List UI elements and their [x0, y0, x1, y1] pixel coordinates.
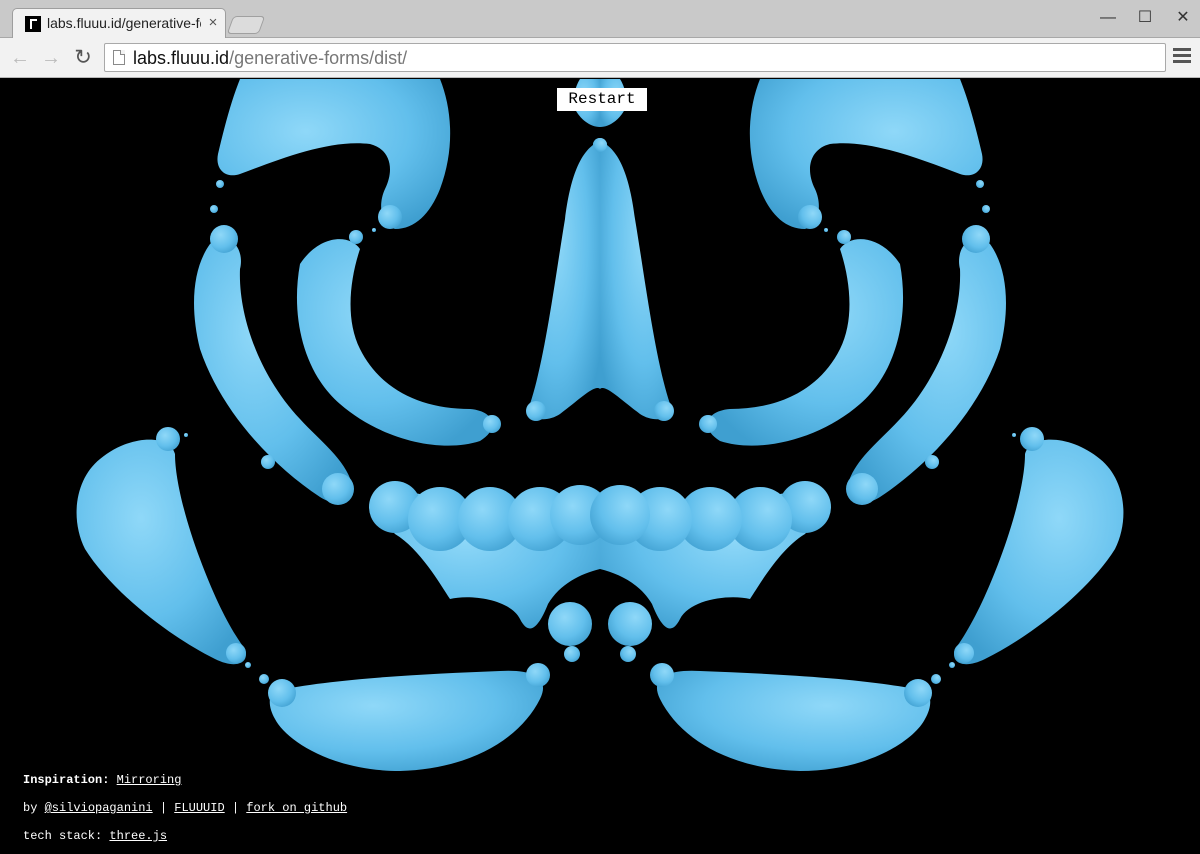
favicon-icon	[25, 16, 41, 32]
browser-toolbar: ← → ↻ labs.fluuu.id/generative-forms/dis…	[0, 38, 1200, 78]
url-path: /generative-forms/dist/	[229, 48, 408, 68]
fork-github-link[interactable]: fork on github	[246, 801, 347, 815]
tech-stack-label: tech stack:	[23, 829, 103, 843]
mirrored-form-right	[590, 79, 1124, 771]
minimize-button[interactable]: —	[1096, 8, 1120, 28]
browser-tab[interactable]: labs.fluuu.id/generative-forms/dist/ ×	[12, 8, 226, 38]
page-icon	[113, 50, 125, 65]
url-text[interactable]: labs.fluuu.id/generative-forms/dist/	[133, 48, 407, 68]
studio-link[interactable]: FLUUUID	[174, 801, 224, 815]
generative-forms-canvas[interactable]	[0, 79, 1200, 854]
tab-close-icon[interactable]: ×	[205, 14, 221, 32]
maximize-button[interactable]: ☐	[1133, 8, 1157, 28]
mirrored-form-left	[76, 79, 610, 771]
hamburger-menu-icon[interactable]	[1173, 48, 1193, 68]
back-arrow-icon[interactable]: ←	[8, 46, 32, 70]
inspiration-label: Inspiration:	[23, 773, 110, 787]
threejs-link[interactable]: three.js	[109, 829, 167, 843]
restart-button[interactable]: Restart	[557, 88, 647, 111]
reload-icon[interactable]: ↻	[71, 46, 95, 70]
url-host: labs.fluuu.id	[133, 48, 230, 68]
separator: |	[231, 801, 240, 815]
author-line: by @silviopaganini | FLUUUID | fork on g…	[23, 800, 347, 816]
address-bar[interactable]: labs.fluuu.id/generative-forms/dist/	[104, 43, 1166, 72]
close-window-button[interactable]: ✕	[1171, 8, 1195, 28]
inspiration-link[interactable]: Mirroring	[117, 773, 182, 787]
tab-strip: labs.fluuu.id/generative-forms/dist/ × —…	[0, 0, 1200, 38]
tab-title: labs.fluuu.id/generative-forms/dist/	[47, 15, 201, 31]
webgl-viewport[interactable]: Restart Inspiration: Mirroring by @silvi…	[0, 79, 1200, 854]
forward-arrow-icon[interactable]: →	[39, 46, 63, 70]
separator: |	[159, 801, 168, 815]
by-prefix: by	[23, 801, 38, 815]
inspiration-line: Inspiration: Mirroring	[23, 772, 181, 788]
new-tab-button[interactable]	[226, 16, 266, 34]
tech-stack-line: tech stack: three.js	[23, 828, 167, 844]
author-link[interactable]: @silviopaganini	[45, 801, 153, 815]
